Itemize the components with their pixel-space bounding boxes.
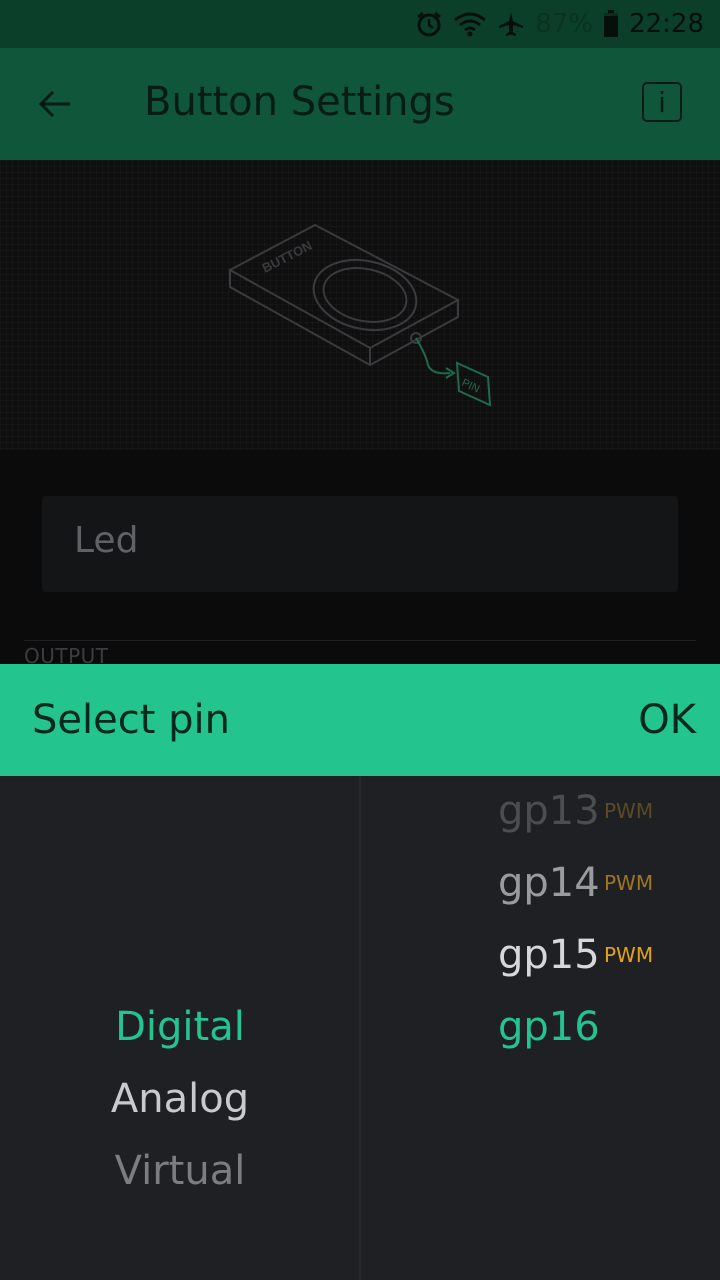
widget-name-input[interactable]: Led	[42, 496, 678, 592]
select-pin-dialog-header: Select pin OK	[0, 664, 720, 776]
airplane-icon	[499, 12, 524, 36]
page-title: Button Settings	[144, 79, 455, 125]
illustration-panel: BUTTON PIN	[0, 160, 720, 450]
pin-option-label: gp14	[498, 860, 600, 906]
back-button[interactable]	[34, 82, 78, 126]
mode-option-analog[interactable]: Analog	[0, 1071, 360, 1127]
status-bar: 87% 22:28	[0, 0, 720, 48]
arrow-left-icon	[38, 90, 70, 118]
status-icons: 87% 22:28	[415, 0, 704, 48]
battery-percent: 87%	[535, 9, 594, 39]
pin-picker: Digital Analog Virtual gp13 PWM gp14 PWM…	[0, 776, 720, 1280]
dialog-title: Select pin	[32, 697, 230, 743]
clock: 22:28	[629, 9, 704, 39]
pin-option-label: gp16	[498, 1004, 600, 1050]
picker-divider	[359, 776, 361, 1280]
info-icon: i	[658, 85, 666, 119]
section-divider	[24, 640, 696, 641]
widget-name-value: Led	[74, 520, 139, 561]
pwm-badge: PWM	[604, 871, 654, 895]
battery-icon	[604, 10, 619, 37]
mode-option-digital[interactable]: Digital	[0, 999, 360, 1055]
button-widget-illustration: BUTTON PIN	[227, 223, 492, 407]
wifi-icon	[454, 12, 487, 37]
pin-option-label: gp13	[498, 788, 600, 834]
pin-option-label: gp15	[498, 932, 600, 978]
pwm-badge: PWM	[604, 799, 654, 823]
settings-content: BUTTON PIN Led OUTPUT	[0, 160, 720, 668]
app-bar: Button Settings i	[0, 48, 720, 160]
button-label: BUTTON	[260, 238, 315, 276]
ok-button[interactable]: OK	[638, 692, 696, 748]
alarm-icon	[417, 11, 442, 37]
info-button[interactable]: i	[642, 82, 682, 122]
mode-option-virtual[interactable]: Virtual	[0, 1143, 360, 1199]
pwm-badge: PWM	[604, 943, 654, 967]
